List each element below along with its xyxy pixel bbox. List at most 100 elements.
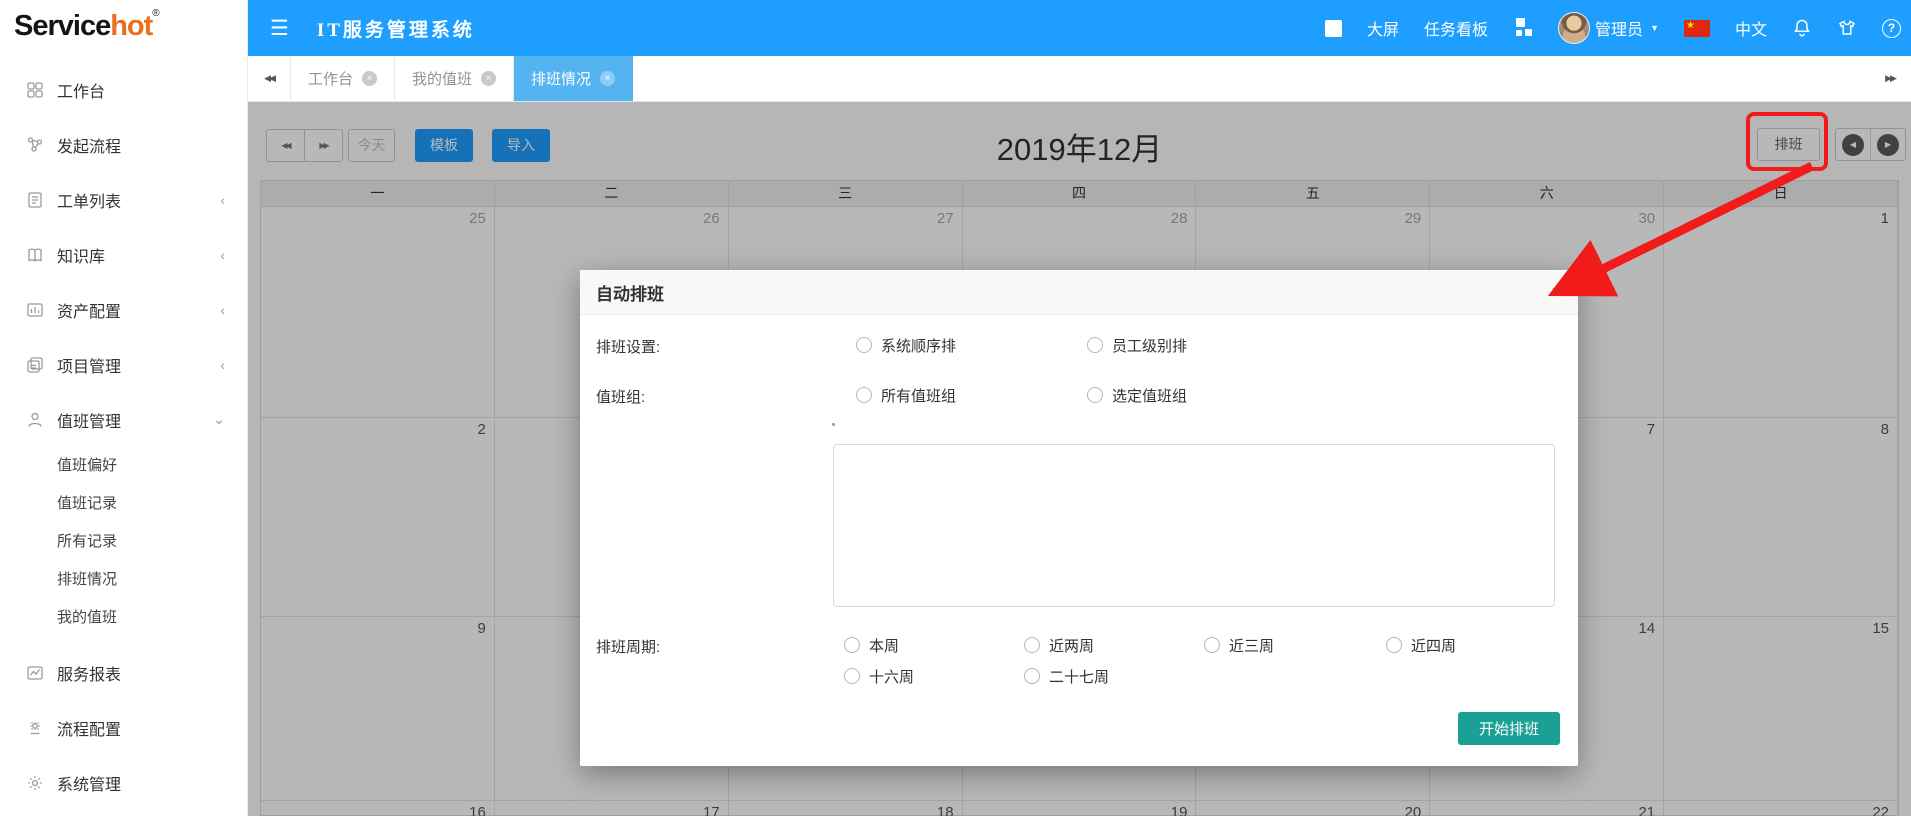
sidebar-subitem-duty-records[interactable]: 值班记录 <box>0 485 247 523</box>
book-icon <box>26 246 44 264</box>
sidebar-item-label: 发起流程 <box>57 133 121 157</box>
sidebar: Servicehot® 工作台 发起流程 工单列表 ‹ 知识库 ‹ 资产配置 ‹ <box>0 0 248 816</box>
radio-icon <box>1204 637 1220 653</box>
tab-schedule-status[interactable]: 排班情况 × <box>514 56 633 101</box>
chevron-left-icon: ‹ <box>220 302 225 318</box>
tab-label: 我的值班 <box>412 68 472 89</box>
servicehot-logo: Servicehot® <box>0 0 247 56</box>
radio-system-order[interactable]: 系统顺序排 <box>856 333 956 357</box>
start-schedule-button[interactable]: 开始排班 <box>1458 712 1560 745</box>
sidebar-item-project-management[interactable]: 项目管理 ‹ <box>0 337 247 392</box>
sidebar-item-process-config[interactable]: 流程配置 <box>0 700 247 755</box>
close-icon[interactable]: × <box>1551 282 1562 303</box>
radio-selected-duty-groups[interactable]: 选定值班组 <box>1087 383 1187 407</box>
bar-chart-icon <box>26 301 44 319</box>
chevron-left-icon: ‹ <box>220 247 225 263</box>
radio-icon <box>1087 387 1103 403</box>
app-blocks-icon[interactable] <box>1513 18 1533 38</box>
gear-icon <box>26 774 44 792</box>
chevron-left-icon: ‹ <box>220 357 225 373</box>
sidebar-item-label: 流程配置 <box>57 716 121 740</box>
duty-group-label: 值班组: <box>596 386 645 407</box>
modal-header: 自动排班 × <box>580 270 1578 315</box>
tab-workbench[interactable]: 工作台 × <box>290 56 395 101</box>
radio-four-weeks[interactable]: 近四周 <box>1386 633 1456 657</box>
document-list-icon <box>26 191 44 209</box>
radio-icon <box>1024 637 1040 653</box>
duty-group-select-textarea[interactable] <box>833 444 1555 607</box>
flow-icon <box>26 136 44 154</box>
textarea-anchor-dot <box>832 423 835 426</box>
sidebar-item-duty-management[interactable]: 值班管理 ⌄ <box>0 392 247 447</box>
radio-sixteen-weeks[interactable]: 十六周 <box>844 664 914 688</box>
sidebar-item-label: 工作台 <box>57 78 105 102</box>
app-header: ☰ IT服务管理系统 大屏 任务看板 管理员 ▼ ★ 中文 ? <box>248 0 1911 56</box>
tshirt-icon[interactable] <box>1837 18 1857 38</box>
tab-close-icon[interactable]: × <box>481 71 496 86</box>
sidebar-menu: 工作台 发起流程 工单列表 ‹ 知识库 ‹ 资产配置 ‹ 项目管理 ‹ <box>0 56 247 810</box>
radio-this-week[interactable]: 本周 <box>844 633 899 657</box>
modal-title: 自动排班 <box>596 280 664 305</box>
radio-twentyseven-weeks[interactable]: 二十七周 <box>1024 664 1109 688</box>
annotation-highlight-box <box>1746 112 1828 171</box>
radio-icon <box>1087 337 1103 353</box>
sidebar-subitem-schedule-status[interactable]: 排班情况 <box>0 561 247 599</box>
sidebar-subitem-duty-preference[interactable]: 值班偏好 <box>0 447 247 485</box>
sidebar-item-label: 服务报表 <box>57 661 121 685</box>
tab-close-icon[interactable]: × <box>600 71 615 86</box>
bell-icon[interactable] <box>1792 18 1812 38</box>
radio-icon <box>856 337 872 353</box>
hamburger-menu-icon[interactable]: ☰ <box>270 16 289 41</box>
sidebar-item-start-process[interactable]: 发起流程 <box>0 117 247 172</box>
china-flag-icon: ★ <box>1684 20 1710 37</box>
task-board-link[interactable]: 任务看板 <box>1424 16 1488 40</box>
sidebar-item-service-reports[interactable]: 服务报表 <box>0 645 247 700</box>
caret-down-icon: ▼ <box>1650 23 1659 33</box>
tab-my-duty[interactable]: 我的值班 × <box>395 56 514 101</box>
radio-icon <box>844 668 860 684</box>
logo-text-hot: hot <box>110 10 152 43</box>
radio-all-duty-groups[interactable]: 所有值班组 <box>856 383 956 407</box>
logo-text-service: Service <box>14 10 110 43</box>
help-icon[interactable]: ? <box>1882 19 1901 38</box>
sidebar-subitem-all-records[interactable]: 所有记录 <box>0 523 247 561</box>
duty-management-submenu: 值班偏好 值班记录 所有记录 排班情况 我的值班 <box>0 447 247 637</box>
language-selector[interactable]: ★ <box>1684 20 1710 37</box>
sidebar-item-label: 资产配置 <box>57 298 121 322</box>
sidebar-item-ticket-list[interactable]: 工单列表 ‹ <box>0 172 247 227</box>
sidebar-item-system-management[interactable]: 系统管理 <box>0 755 247 810</box>
sidebar-subitem-my-duty[interactable]: 我的值班 <box>0 599 247 637</box>
tab-close-icon[interactable]: × <box>362 71 377 86</box>
radio-icon <box>1024 668 1040 684</box>
fullscreen-square-icon[interactable] <box>1325 20 1342 37</box>
grid-icon <box>26 81 44 99</box>
tab-label: 排班情况 <box>531 68 591 89</box>
sidebar-item-asset-config[interactable]: 资产配置 ‹ <box>0 282 247 337</box>
radio-three-weeks[interactable]: 近三周 <box>1204 633 1274 657</box>
header-right: 大屏 任务看板 管理员 ▼ ★ 中文 ? <box>1325 12 1911 44</box>
tabs-scroll-right-icon[interactable]: ▶▶ <box>1869 56 1911 101</box>
avatar <box>1558 12 1590 44</box>
big-screen-link[interactable]: 大屏 <box>1367 16 1399 40</box>
tabs-scroll-left-icon[interactable]: ◀◀ <box>248 56 290 101</box>
radio-icon <box>844 637 860 653</box>
sidebar-item-knowledge-base[interactable]: 知识库 ‹ <box>0 227 247 282</box>
chevron-left-icon: ‹ <box>220 192 225 208</box>
sidebar-item-label: 知识库 <box>57 243 105 267</box>
tab-bar: ◀◀ 工作台 × 我的值班 × 排班情况 × ▶▶ <box>248 56 1911 102</box>
sidebar-item-label: 值班管理 <box>57 408 121 432</box>
registered-mark: ® <box>152 8 158 19</box>
radio-icon <box>1386 637 1402 653</box>
sidebar-item-workbench[interactable]: 工作台 <box>0 62 247 117</box>
radio-two-weeks[interactable]: 近两周 <box>1024 633 1094 657</box>
main-content: ◀◀ ▶▶ 今天 模板 导入 2019年12月 排班 ◀ ▶ 一 二 三 四 五… <box>248 102 1911 816</box>
language-label[interactable]: 中文 <box>1735 16 1767 40</box>
user-menu[interactable]: 管理员 ▼ <box>1558 12 1659 44</box>
user-name: 管理员 <box>1595 16 1643 40</box>
schedule-setting-label: 排班设置: <box>596 336 660 357</box>
layered-docs-icon <box>26 356 44 374</box>
chevron-down-icon: ⌄ <box>213 411 225 428</box>
radio-employee-level[interactable]: 员工级别排 <box>1087 333 1187 357</box>
sidebar-item-label: 工单列表 <box>57 188 121 212</box>
gear-doc-icon <box>26 719 44 737</box>
